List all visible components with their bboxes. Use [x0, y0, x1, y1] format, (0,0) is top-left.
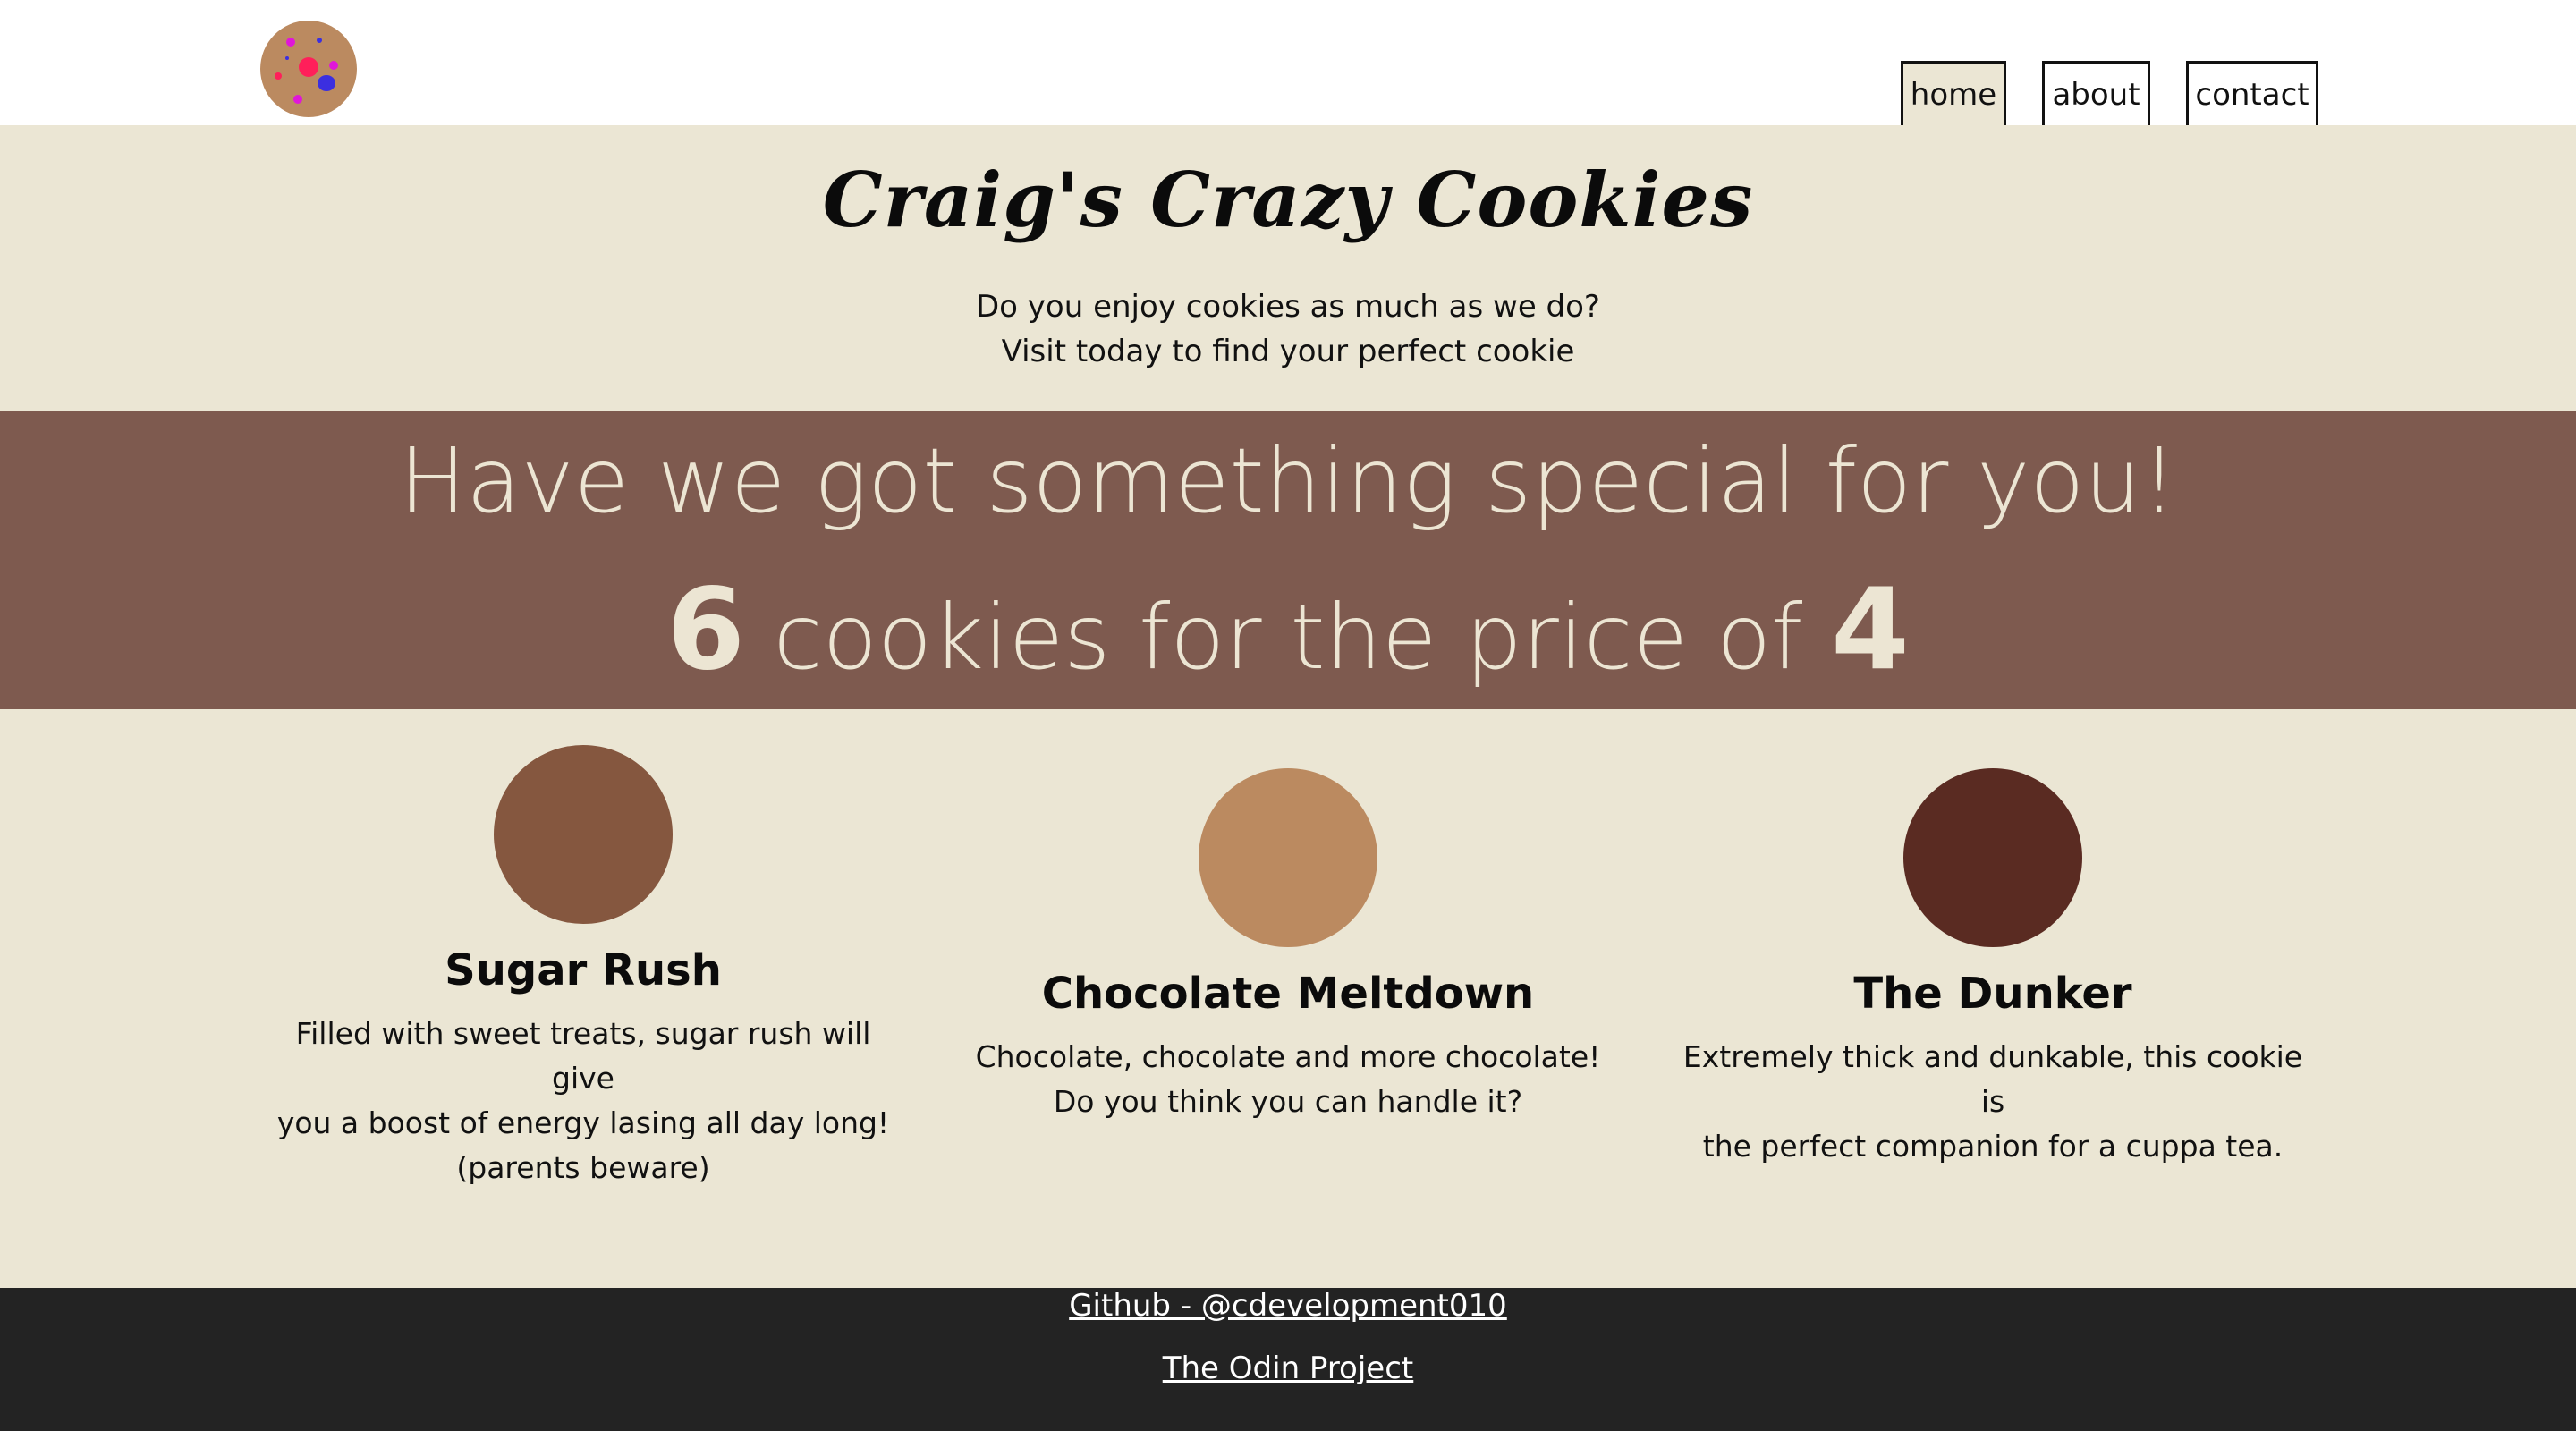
hero-section: Craig's Crazy Cookies Do you enjoy cooki… [0, 125, 2576, 411]
cookie-description: Extremely thick and dunkable, this cooki… [1671, 1035, 2315, 1169]
page-footer: Github - @cdevelopment010 The Odin Proje… [0, 1288, 2576, 1431]
nav-contact[interactable]: contact [2186, 61, 2318, 125]
cookie-desc-line: Filled with sweet treats, sugar rush wil… [295, 1016, 871, 1096]
page-title: Craig's Crazy Cookies [822, 156, 1754, 244]
cookie-desc-line: you a boost of energy lasing all day lon… [276, 1105, 890, 1140]
cookie-name: Chocolate Meltdown [1041, 969, 1535, 1019]
cookie-name: The Dunker [1853, 969, 2132, 1019]
cookie-desc-line: Do you think you can handle it? [1053, 1084, 1523, 1119]
cookie-desc-line: (parents beware) [456, 1150, 710, 1185]
cookie-cards: Sugar Rush Filled with sweet treats, sug… [0, 709, 2576, 1288]
cookie-desc-line: Extremely thick and dunkable, this cooki… [1682, 1039, 2303, 1119]
cookie-logo-icon[interactable] [258, 19, 359, 119]
promo-offer: 6 cookies for the price of 4 [0, 562, 2576, 697]
cookie-card-sugar-rush: Sugar Rush Filled with sweet treats, sug… [261, 745, 905, 1190]
cookie-card-chocolate-meltdown: Chocolate Meltdown Chocolate, chocolate … [966, 768, 1610, 1124]
cookie-description: Filled with sweet treats, sugar rush wil… [261, 1012, 905, 1190]
cookie-desc-line: the perfect companion for a cuppa tea. [1702, 1129, 2284, 1164]
promo-banner: Have we got something special for you! 6… [0, 411, 2576, 709]
nav-home[interactable]: home [1901, 61, 2006, 125]
promo-headline: Have we got something special for you! [399, 428, 2177, 533]
top-bar: home about contact [0, 0, 2576, 125]
offer-text: cookies for the price of [773, 585, 1803, 690]
nav-about[interactable]: about [2042, 61, 2150, 125]
nav-about-label: about [2052, 76, 2140, 113]
nav-contact-label: contact [2195, 76, 2309, 113]
cookie-card-the-dunker: The Dunker Extremely thick and dunkable,… [1671, 768, 2315, 1169]
intro-line-2: Visit today to find your perfect cookie [1001, 334, 1575, 369]
cookie-image [1903, 768, 2082, 947]
intro-text: Do you enjoy cookies as much as we do? V… [0, 284, 2576, 374]
intro-line-1: Do you enjoy cookies as much as we do? [976, 289, 1600, 325]
cookie-name: Sugar Rush [445, 945, 722, 995]
cookie-image [1199, 768, 1377, 947]
cookie-description: Chocolate, chocolate and more chocolate!… [966, 1035, 1610, 1124]
nav-home-label: home [1910, 76, 1997, 113]
offer-quantity: 6 [666, 563, 745, 695]
odin-project-link[interactable]: The Odin Project [0, 1351, 2576, 1386]
cookie-desc-line: Chocolate, chocolate and more chocolate! [975, 1039, 1601, 1074]
offer-price-quantity: 4 [1831, 563, 1910, 695]
cookie-image [494, 745, 673, 924]
github-link[interactable]: Github - @cdevelopment010 [0, 1288, 2576, 1324]
